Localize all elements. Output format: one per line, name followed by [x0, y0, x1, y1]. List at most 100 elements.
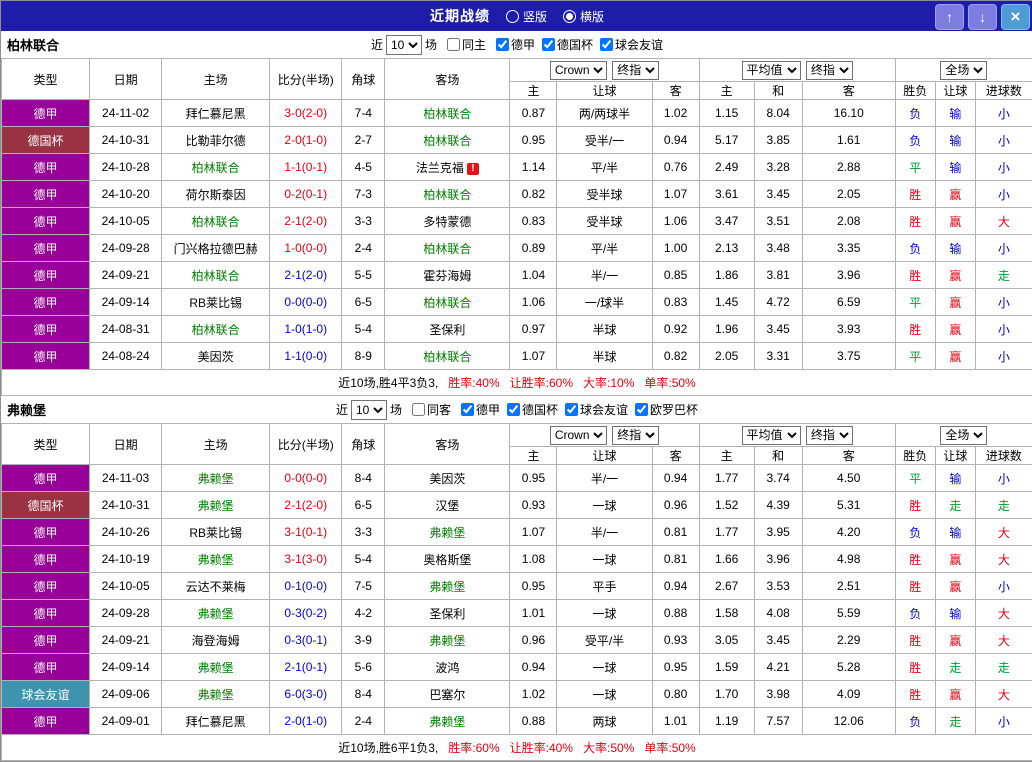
col-header-corner: 角球	[342, 59, 385, 100]
average-select[interactable]: 平均值	[742, 426, 801, 445]
handicap-home-odds-cell: 0.95	[510, 127, 557, 154]
corner-cell: 2-7	[342, 127, 385, 154]
match-row: 德甲24-09-21海登海姆0-3(0-1)3-9弗赖堡0.96受平/半0.93…	[2, 627, 1032, 654]
date-cell: 24-09-28	[90, 600, 162, 627]
result-cell: 胜	[895, 262, 935, 289]
layout-radio-horizontal[interactable]: 横版	[563, 8, 604, 25]
league-filter[interactable]: 德国杯	[542, 36, 593, 53]
home-team-cell: 弗赖堡	[162, 600, 270, 627]
avg-away-odds-cell: 3.96	[802, 262, 895, 289]
odds-stage-select[interactable]: 终指	[612, 426, 659, 445]
odds-stage-select[interactable]: 终指	[612, 61, 659, 80]
away-team-cell: 美因茨	[385, 465, 510, 492]
col-header-odds-away: 客	[652, 447, 699, 465]
goals-result-cell: 小	[975, 235, 1032, 262]
handicap-away-odds-cell: 0.94	[652, 465, 699, 492]
league-filter[interactable]: 德国杯	[507, 401, 558, 418]
handicap-home-odds-cell: 0.93	[510, 492, 557, 519]
handicap-result-cell: 输	[935, 465, 975, 492]
summary-cell: 近10场,胜4平3负3,胜率:40%让胜率:60%大率:10%单率:50%	[2, 370, 1032, 396]
league-checkbox[interactable]	[496, 38, 509, 51]
team-section: 弗赖堡 近 10 场 同客 德甲德国杯球会友谊欧罗巴杯 类型 日期 主场	[1, 396, 1032, 761]
match-row: 德甲24-10-26RB莱比锡3-1(0-1)3-3弗赖堡1.07半/一0.81…	[2, 519, 1032, 546]
corner-cell: 4-5	[342, 154, 385, 181]
goals-result-cell: 大	[975, 208, 1032, 235]
handicap-away-odds-cell: 1.07	[652, 181, 699, 208]
avg-home-odds-cell: 2.05	[699, 343, 754, 370]
league-filter[interactable]: 欧罗巴杯	[635, 401, 698, 418]
handicap-result-cell: 赢	[935, 546, 975, 573]
avg-away-odds-cell: 5.31	[802, 492, 895, 519]
scroll-up-button[interactable]: ↑	[935, 4, 964, 30]
same-venue-checkbox[interactable]	[412, 403, 425, 416]
same-venue-filter[interactable]: 同主	[447, 36, 486, 53]
score-cell: 2-1(2-0)	[270, 262, 342, 289]
handicap-cell: 半/一	[557, 519, 652, 546]
same-venue-filter[interactable]: 同客	[412, 401, 451, 418]
scroll-down-button[interactable]: ↓	[968, 4, 997, 30]
league-checkbox[interactable]	[600, 38, 613, 51]
date-cell: 24-09-06	[90, 681, 162, 708]
match-count-select[interactable]: 10	[351, 400, 387, 420]
result-cell: 负	[895, 127, 935, 154]
summary-stat: 单率:50%	[644, 376, 695, 390]
radio-circle-icon	[563, 10, 576, 23]
league-checkbox[interactable]	[565, 403, 578, 416]
col-header-handicap: 让球	[557, 447, 652, 465]
summary-stat: 单率:50%	[644, 741, 695, 755]
same-venue-checkbox[interactable]	[447, 38, 460, 51]
col-header-avg-home: 主	[699, 82, 754, 100]
home-team-cell: 弗赖堡	[162, 654, 270, 681]
avg-home-odds-cell: 5.17	[699, 127, 754, 154]
avg-home-odds-cell: 1.70	[699, 681, 754, 708]
col-header-handicap-result: 让球	[935, 447, 975, 465]
league-filter[interactable]: 球会友谊	[600, 36, 663, 53]
average-stage-select[interactable]: 终指	[806, 61, 853, 80]
league-filter[interactable]: 德甲	[461, 401, 500, 418]
layout-radio-vertical[interactable]: 竖版	[506, 8, 547, 25]
handicap-result-cell: 输	[935, 235, 975, 262]
away-team-cell: 波鸿	[385, 654, 510, 681]
league-label: 球会友谊	[615, 36, 663, 53]
summary-stat: 大率:50%	[583, 741, 634, 755]
score-cell: 1-0(1-0)	[270, 316, 342, 343]
close-button[interactable]: ×	[1001, 4, 1030, 30]
corner-cell: 7-3	[342, 181, 385, 208]
home-team-cell: 柏林联合	[162, 316, 270, 343]
league-type-cell: 德国杯	[2, 492, 90, 519]
handicap-home-odds-cell: 1.14	[510, 154, 557, 181]
average-select[interactable]: 平均值	[742, 61, 801, 80]
bookmaker-select[interactable]: Crown	[550, 61, 607, 80]
league-checkbox[interactable]	[542, 38, 555, 51]
result-cell: 负	[895, 708, 935, 735]
games-label: 场	[425, 36, 437, 53]
goals-result-cell: 小	[975, 100, 1032, 127]
home-team-cell: 弗赖堡	[162, 492, 270, 519]
date-cell: 24-10-05	[90, 573, 162, 600]
average-odds-select-cell: 平均值 终指	[699, 424, 895, 447]
avg-draw-odds-cell: 3.45	[754, 627, 802, 654]
handicap-result-cell: 走	[935, 654, 975, 681]
score-cell: 0-0(0-0)	[270, 289, 342, 316]
league-type-cell: 德甲	[2, 316, 90, 343]
avg-home-odds-cell: 1.77	[699, 465, 754, 492]
avg-away-odds-cell: 3.93	[802, 316, 895, 343]
bookmaker-select[interactable]: Crown	[550, 426, 607, 445]
league-checkbox[interactable]	[635, 403, 648, 416]
corner-cell: 8-9	[342, 343, 385, 370]
avg-away-odds-cell: 5.59	[802, 600, 895, 627]
avg-draw-odds-cell: 3.53	[754, 573, 802, 600]
handicap-away-odds-cell: 1.00	[652, 235, 699, 262]
away-team-cell: 弗赖堡	[385, 627, 510, 654]
scope-select[interactable]: 全场	[940, 61, 987, 80]
goals-result-cell: 小	[975, 708, 1032, 735]
date-cell: 24-10-05	[90, 208, 162, 235]
league-checkbox[interactable]	[507, 403, 520, 416]
league-filter[interactable]: 球会友谊	[565, 401, 628, 418]
match-count-select[interactable]: 10	[386, 35, 422, 55]
scope-select[interactable]: 全场	[940, 426, 987, 445]
handicap-cell: 一球	[557, 600, 652, 627]
league-filter[interactable]: 德甲	[496, 36, 535, 53]
league-checkbox[interactable]	[461, 403, 474, 416]
average-stage-select[interactable]: 终指	[806, 426, 853, 445]
